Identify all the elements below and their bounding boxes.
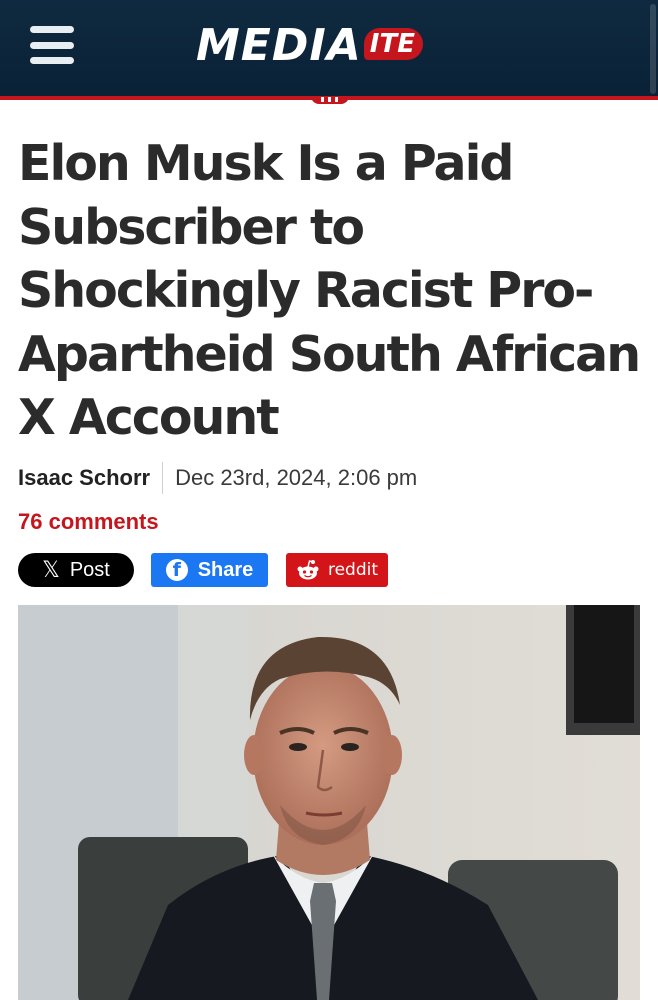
publish-date: Dec 23rd, 2024, 2:06 pm — [175, 465, 418, 490]
scrollbar[interactable] — [650, 4, 656, 94]
facebook-icon: f — [165, 559, 188, 581]
byline: Isaac Schorr Dec 23rd, 2024, 2:06 pm — [18, 462, 417, 494]
facebook-share-label: Share — [197, 558, 254, 581]
logo-wordmark: MEDIA — [196, 20, 362, 71]
x-post-button[interactable]: 𝕏 Post — [18, 553, 134, 587]
hamburger-menu-icon[interactable] — [30, 26, 74, 64]
x-post-label: Post — [69, 558, 110, 581]
logo-badge: ITE — [363, 28, 423, 60]
reddit-share-button[interactable]: reddit — [286, 553, 388, 587]
x-logo-icon: 𝕏 — [42, 557, 60, 583]
header-tab-decoration — [311, 96, 349, 104]
byline-divider — [162, 462, 164, 494]
site-header: MEDIA ITE — [0, 0, 658, 100]
author-link[interactable]: Isaac Schorr — [18, 465, 150, 491]
article-headline: Elon Musk Is a Paid Subscriber to Shocki… — [18, 135, 641, 446]
featured-photo-illustration — [18, 605, 640, 1000]
reddit-share-label: reddit — [327, 560, 379, 580]
featured-photo — [18, 605, 640, 1000]
reddit-alien-icon — [297, 560, 319, 580]
site-logo[interactable]: MEDIA ITE — [196, 22, 423, 70]
comments-link[interactable]: 76 comments — [18, 509, 159, 535]
facebook-share-button[interactable]: f Share — [151, 553, 268, 587]
